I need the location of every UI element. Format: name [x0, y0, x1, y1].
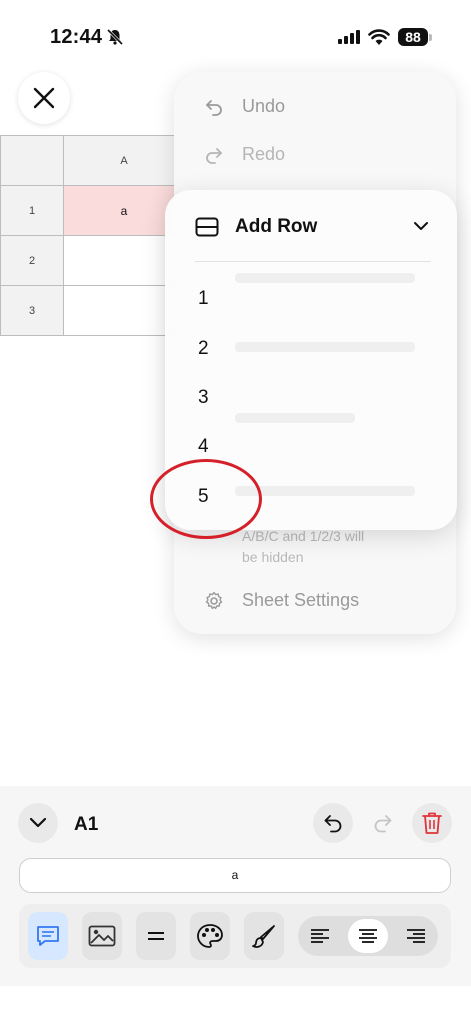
redo-icon	[374, 815, 392, 833]
menu-item-redo-label: Redo	[242, 144, 286, 164]
delete-button[interactable]	[412, 803, 452, 843]
add-row-option-4[interactable]: 4	[198, 436, 209, 458]
wifi-icon	[368, 28, 390, 51]
submenu-divider	[195, 261, 431, 262]
comment-button[interactable]	[28, 912, 68, 960]
menu-item-sheet-settings-label: Sheet Settings	[242, 590, 360, 610]
cellular-signal-icon	[338, 30, 360, 49]
align-center-icon	[359, 929, 377, 943]
gear-icon	[205, 591, 223, 609]
align-left-icon	[311, 929, 329, 943]
row-header-1[interactable]: 1	[0, 185, 64, 236]
add-row-title: Add Row	[235, 216, 318, 237]
align-center-button[interactable]	[348, 919, 388, 953]
brush-button[interactable]	[244, 912, 284, 960]
ghost-menu-text	[235, 273, 415, 283]
palette-icon	[197, 924, 223, 948]
battery-indicator: 88	[398, 28, 428, 46]
ghost-menu-text	[235, 413, 355, 423]
align-right-button[interactable]	[396, 919, 436, 953]
add-row-option-2[interactable]: 2	[198, 338, 209, 360]
undo-icon	[324, 815, 342, 833]
align-left-button[interactable]	[300, 919, 340, 953]
redo-button[interactable]	[363, 803, 403, 843]
highlight-circle-annotation	[150, 459, 262, 539]
menu-item-redo[interactable]: Redo	[204, 144, 285, 165]
grid-corner[interactable]	[0, 135, 64, 186]
add-row-option-1[interactable]: 1	[198, 288, 209, 310]
formula-button[interactable]	[136, 912, 176, 960]
add-row-option-3[interactable]: 3	[198, 387, 209, 409]
close-button[interactable]	[18, 72, 70, 124]
comment-icon	[37, 926, 59, 946]
insert-image-button[interactable]	[82, 912, 122, 960]
status-time: 12:44	[50, 26, 103, 48]
ghost-menu-text	[235, 342, 415, 352]
chevron-down-icon	[29, 817, 47, 828]
battery-tip	[429, 34, 432, 41]
formula-input[interactable]: a	[19, 858, 451, 893]
cell-editor-panel: A1 a	[0, 786, 471, 986]
row-header-2[interactable]: 2	[0, 235, 64, 286]
add-row-header[interactable]: Add Row	[195, 214, 435, 240]
undo-icon	[206, 99, 222, 116]
column-header-a[interactable]: A	[63, 135, 185, 186]
spreadsheet-grid: A 1 a 2 3	[0, 135, 185, 336]
status-bar: 12:44 88	[0, 0, 471, 60]
equals-icon	[148, 932, 164, 940]
trash-icon	[422, 812, 442, 834]
undo-button[interactable]	[313, 803, 353, 843]
hidden-headers-note-line2: be hidden	[242, 549, 304, 565]
table-row-icon	[195, 217, 219, 237]
cell-reference: A1	[74, 814, 99, 835]
image-icon	[88, 925, 116, 947]
ghost-menu-text	[235, 486, 415, 496]
menu-item-undo-label: Undo	[242, 96, 286, 116]
paintbrush-icon	[252, 925, 275, 948]
fill-color-button[interactable]	[190, 912, 230, 960]
text-align-group	[298, 916, 438, 956]
collapse-panel-button[interactable]	[18, 803, 58, 843]
menu-item-undo[interactable]: Undo	[204, 96, 285, 117]
format-toolbar	[19, 904, 451, 968]
align-right-icon	[407, 929, 425, 943]
bell-muted-icon	[106, 28, 124, 51]
row-header-3[interactable]: 3	[0, 285, 64, 336]
menu-item-sheet-settings[interactable]: Sheet Settings	[204, 590, 359, 611]
redo-icon	[206, 147, 222, 164]
close-icon	[33, 87, 55, 109]
chevron-down-icon[interactable]	[413, 218, 429, 236]
